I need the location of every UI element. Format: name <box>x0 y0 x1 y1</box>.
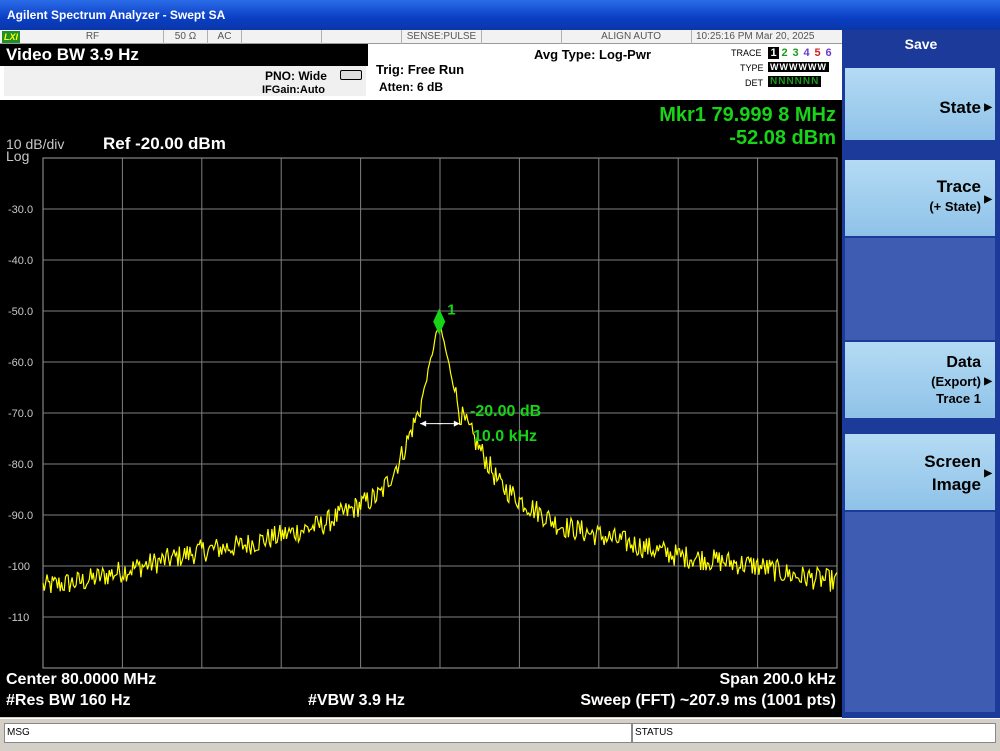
trace-number: 5 <box>814 47 821 59</box>
y-tick-label: -60.0 <box>8 357 33 369</box>
trace-softkey-label: Trace <box>936 177 981 196</box>
trace-number: 2 <box>781 47 788 59</box>
setup-info-bar: Video BW 3.9 Hz PNO: Wide IFGain:Auto Tr… <box>0 44 842 100</box>
spectrum-display: Mkr1 79.999 8 MHz -52.08 dBm 10 dB/div L… <box>0 100 842 717</box>
y-tick-labels: -30.0 -40.0 -50.0 -60.0 -70.0 -80.0 -90.0 -100 -… <box>8 204 33 624</box>
screen-image-softkey[interactable]: Screen Image ▶ <box>845 434 995 510</box>
message-field: MSG <box>4 723 632 743</box>
y-tick-label: -40.0 <box>8 255 33 267</box>
status-bar: LXI RF 50 Ω AC SENSE:PULSE ALIGN AUTO 10… <box>0 30 842 44</box>
avg-type-setting: Avg Type: Log-Pwr <box>534 47 651 62</box>
frequency-span[interactable]: Span 200.0 kHz <box>720 671 837 689</box>
resolution-bandwidth[interactable]: #Res BW 160 Hz <box>6 692 131 710</box>
align-indicator: ALIGN AUTO <box>562 30 692 44</box>
ndb-bandwidth-readout: 10.0 kHz <box>473 428 537 445</box>
video-bandwidth[interactable]: #VBW 3.9 Hz <box>308 692 405 710</box>
state-softkey[interactable]: State ▶ <box>845 68 995 140</box>
trace-numbers: 123456 <box>768 47 834 59</box>
trace-number: 3 <box>792 47 799 59</box>
ndb-delta-readout: -20.00 dB <box>470 403 541 420</box>
y-tick-label: -80.0 <box>8 459 33 471</box>
status-field: STATUS <box>632 723 996 743</box>
ifgain-setting: IFGain:Auto <box>262 84 325 96</box>
y-tick-label: -100 <box>8 561 30 573</box>
rf-input-indicator: RF <box>22 30 164 44</box>
status-blank-2 <box>322 30 402 44</box>
y-tick-label: -70.0 <box>8 408 33 420</box>
impedance-indicator: 50 Ω <box>164 30 208 44</box>
data-softkey-sublabel: (Export) <box>931 374 981 389</box>
pno-setting: PNO: Wide <box>265 69 327 83</box>
screen-softkey-label-2: Image <box>931 475 981 494</box>
trace-number: 4 <box>803 47 810 59</box>
clock: 10:25:16 PM Mar 20, 2025 <box>696 31 815 42</box>
coupling-indicator: AC <box>208 30 242 44</box>
y-tick-label: -30.0 <box>8 204 33 216</box>
type-label: TYPE <box>740 63 764 73</box>
trace-softkey[interactable]: Trace (+ State) ▶ <box>845 160 995 236</box>
sense-indicator: SENSE:PULSE <box>402 30 482 44</box>
y-tick-label: -90.0 <box>8 510 33 522</box>
state-softkey-label: State <box>939 98 981 117</box>
spectrum-plot[interactable]: -30.0 -40.0 -50.0 -60.0 -70.0 -80.0 -90.0 -100 -… <box>0 100 842 717</box>
status-blank-1 <box>242 30 322 44</box>
trigger-setting: Trig: Free Run <box>376 62 465 77</box>
data-export-softkey[interactable]: Data (Export) Trace 1 ▶ <box>845 342 995 418</box>
lxi-logo: LXI <box>2 31 20 43</box>
sweep-time[interactable]: Sweep (FFT) ~207.9 ms (1001 pts) <box>580 692 836 710</box>
softkey-panel: Save State ▶ Trace (+ State) ▶ Data (Exp… <box>842 30 1000 718</box>
marker-1-label: 1 <box>447 302 455 319</box>
active-function-title: Video BW 3.9 Hz <box>0 44 368 66</box>
trace-label: TRACE <box>731 48 762 58</box>
det-label: DET <box>745 78 763 88</box>
message-bar: MSG STATUS <box>0 718 1000 751</box>
window-title: Agilent Spectrum Analyzer - Swept SA <box>7 8 226 22</box>
submenu-arrow-icon: ▶ <box>984 102 992 113</box>
y-tick-label: -110 <box>8 612 29 624</box>
submenu-arrow-icon: ▶ <box>984 376 992 387</box>
attenuation-setting: Atten: 6 dB <box>379 80 443 94</box>
blank-softkey <box>845 512 995 712</box>
y-tick-label: -50.0 <box>8 306 33 318</box>
enter-icon <box>340 70 362 80</box>
data-softkey-trace: Trace 1 <box>936 391 981 406</box>
trace-number: 1 <box>768 47 779 59</box>
trace-number: 6 <box>825 47 832 59</box>
title-bar: Agilent Spectrum Analyzer - Swept SA <box>0 0 1000 30</box>
trace-type-row: WWWWWW <box>768 62 829 72</box>
trace-softkey-sublabel: (+ State) <box>929 199 981 214</box>
data-softkey-label: Data <box>946 354 981 371</box>
softkey-menu-title: Save <box>904 36 938 52</box>
status-blank-3 <box>482 30 562 44</box>
center-frequency[interactable]: Center 80.0000 MHz <box>6 671 156 689</box>
submenu-arrow-icon: ▶ <box>984 194 992 205</box>
screen-softkey-label: Screen <box>924 452 981 471</box>
submenu-arrow-icon: ▶ <box>984 468 992 479</box>
blank-softkey <box>845 238 995 340</box>
detector-row: NNNNNN <box>768 76 822 87</box>
